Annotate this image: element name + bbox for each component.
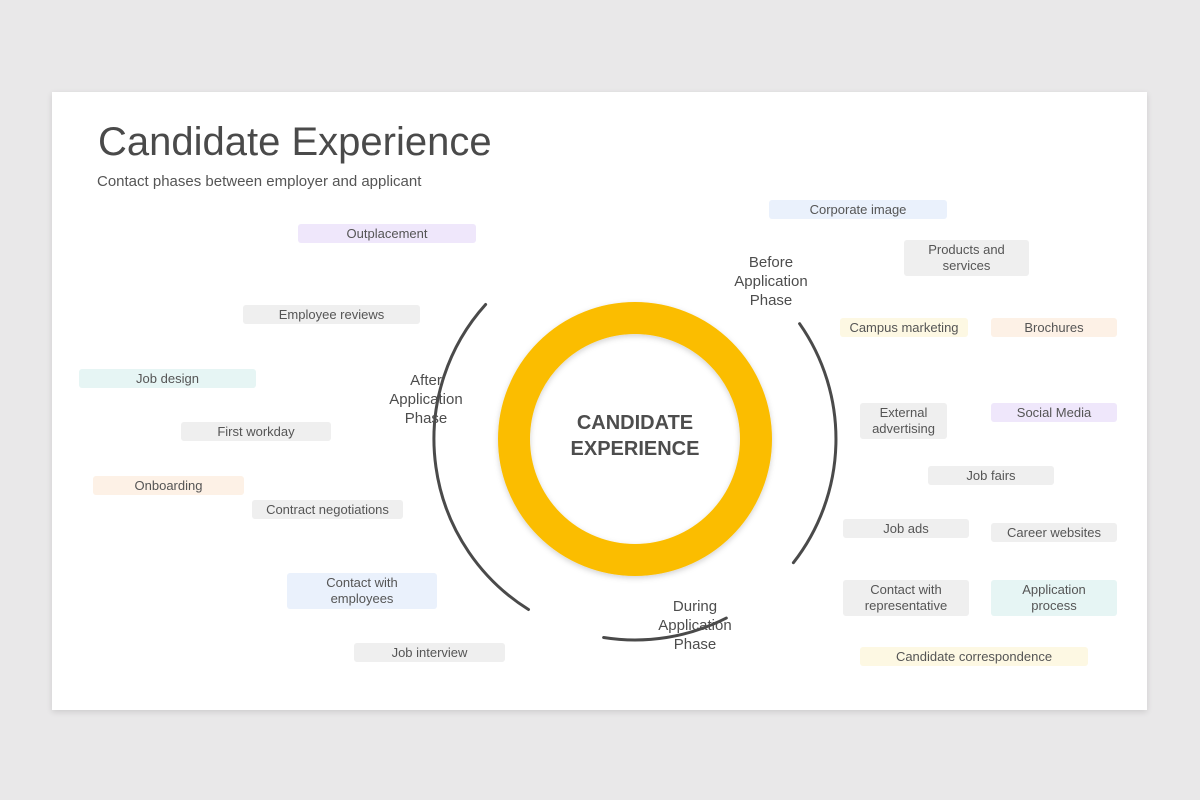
arc-before-phase [791,322,838,565]
cycle-diagram [432,302,838,642]
tag-products-services: Products and services [904,240,1029,276]
tag-contact-representative-line1: Contact with [870,582,942,597]
tag-external-advertising-line1: External [879,405,928,420]
tag-outplacement: Outplacement [298,224,476,243]
phase-before-line3: Phase [749,292,793,309]
phase-during: During Application Phase [635,597,755,654]
center-label-line1: CANDIDATE [576,412,694,434]
center-label: CANDIDATE EXPERIENCE [535,410,735,462]
tag-job-design: Job design [79,369,256,388]
tag-first-workday: First workday [181,422,331,441]
tag-contract-negotiations: Contract negotiations [252,500,403,519]
tag-external-advertising-line2: advertising [872,421,935,436]
tag-application-process: Application process [991,580,1117,616]
tag-social-media: Social Media [991,403,1117,422]
center-label-line2: EXPERIENCE [570,438,700,460]
phase-after-line1: After [410,372,442,389]
tag-onboarding: Onboarding [93,476,244,495]
phase-after: After Application Phase [366,371,486,428]
tag-contact-employees: Contact with employees [287,573,437,609]
tag-career-websites: Career websites [991,523,1117,542]
tag-campus-marketing: Campus marketing [840,318,968,337]
phase-before-line1: Before [748,254,794,271]
phase-during-line1: During [672,598,718,615]
tag-contact-employees-line1: Contact with [326,575,398,590]
phase-during-line2: Application [658,617,732,634]
tag-employee-reviews: Employee reviews [243,305,420,324]
tag-job-ads: Job ads [843,519,969,538]
tag-application-process-line1: Application [1022,582,1086,597]
phase-before: Before Application Phase [711,253,831,310]
tag-products-services-line1: Products and [928,242,1005,257]
phase-after-line2: Application [389,391,463,408]
tag-contact-representative-line2: representative [864,598,948,613]
phase-before-line2: Application [734,273,808,290]
tag-corporate-image: Corporate image [769,200,947,219]
phase-during-line3: Phase [673,636,717,653]
tag-brochures: Brochures [991,318,1117,337]
tag-contact-representative: Contact with representative [843,580,969,616]
tag-candidate-correspondence: Candidate correspondence [860,647,1088,666]
tag-job-fairs: Job fairs [928,466,1054,485]
tag-contact-employees-line2: employees [330,591,394,606]
phase-after-line3: Phase [404,410,448,427]
tag-external-advertising: External advertising [860,403,947,439]
tag-job-interview: Job interview [354,643,505,662]
tag-application-process-line2: process [1031,598,1077,613]
tag-products-services-line2: services [942,258,991,273]
